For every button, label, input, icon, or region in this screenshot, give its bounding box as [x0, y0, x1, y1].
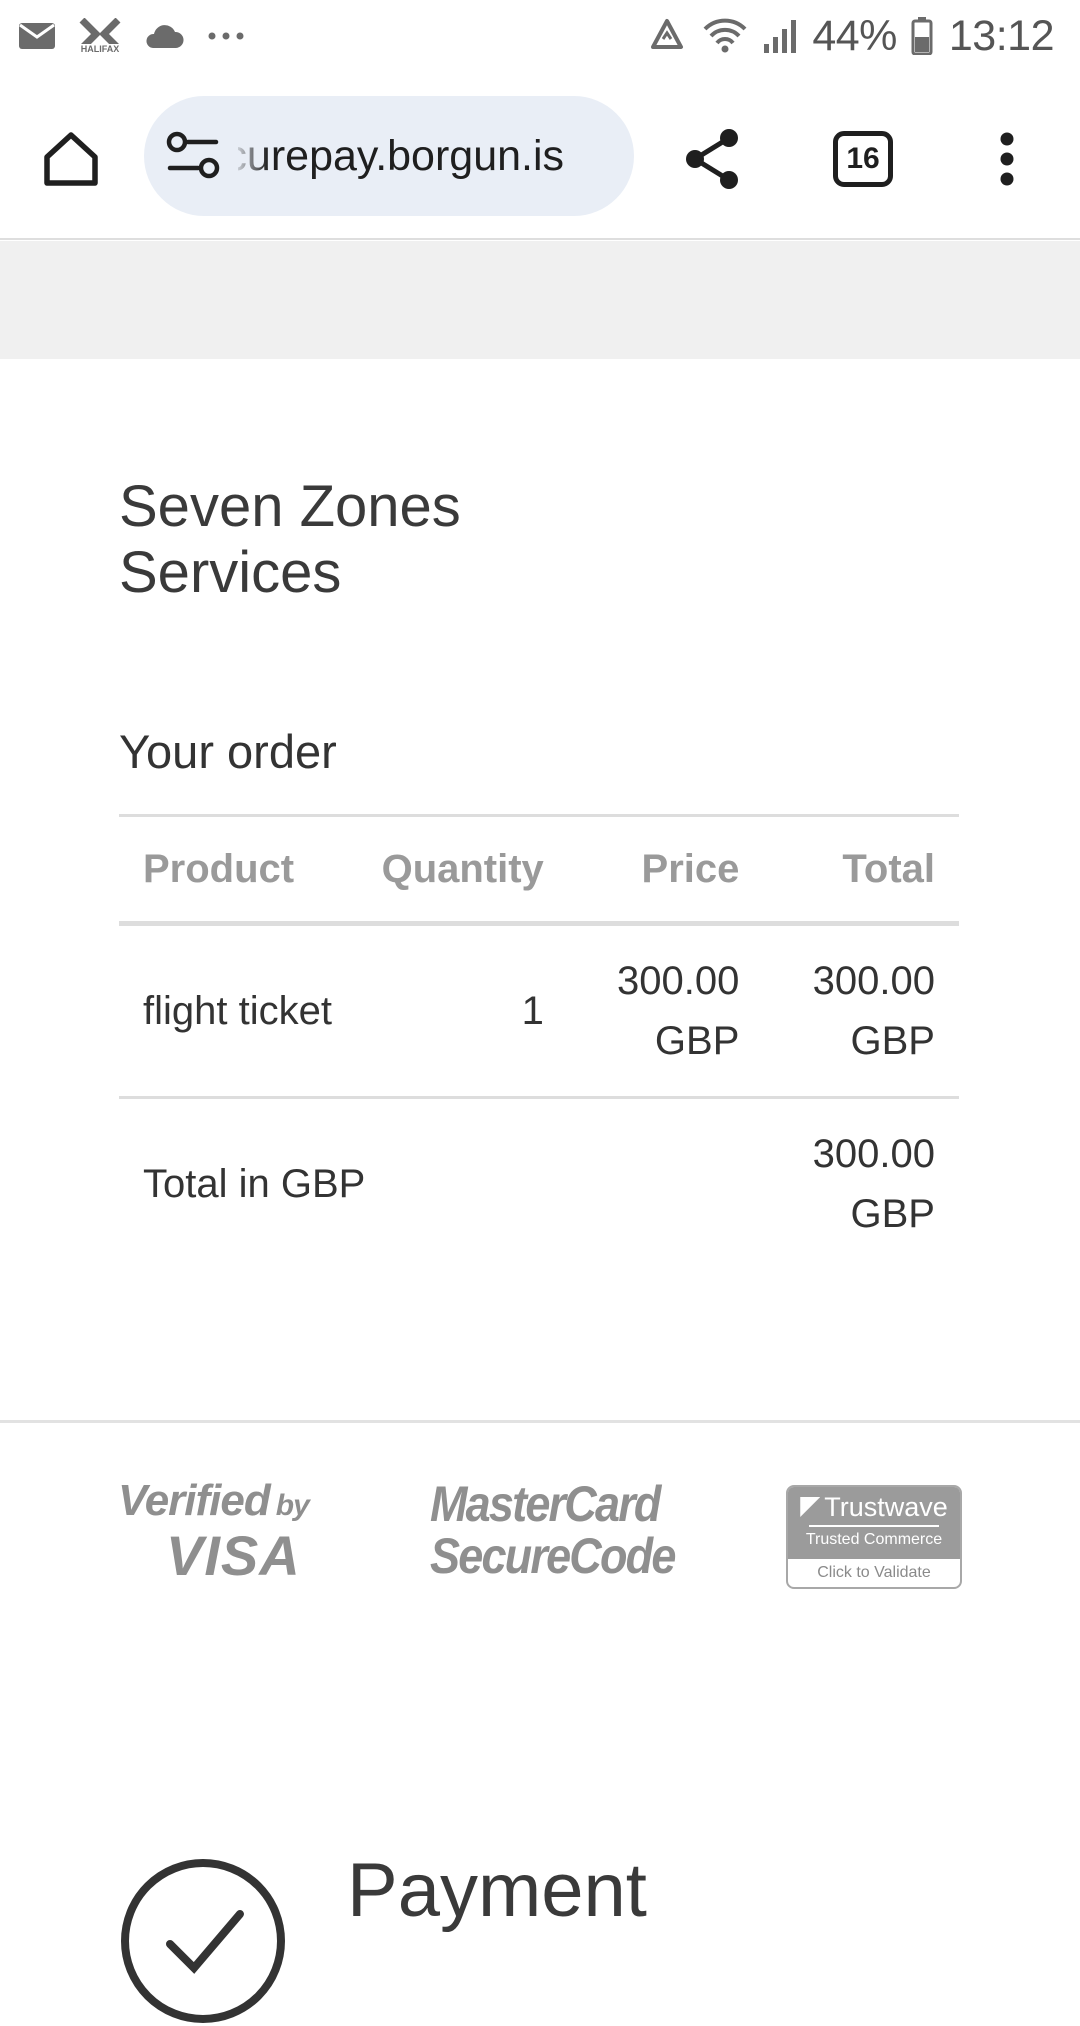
- share-icon: [686, 129, 738, 189]
- share-button[interactable]: [668, 114, 758, 204]
- status-bar: HALIFAX 44% 13:12: [0, 0, 1080, 72]
- trustwave-mark-icon: [800, 1497, 821, 1517]
- trustwave-seal[interactable]: Trustwave Trusted Commerce Click to Vali…: [786, 1485, 962, 1589]
- url-text[interactable]: securepay.borgun.is: [238, 96, 618, 216]
- clock: 13:12: [948, 11, 1055, 60]
- recycle-icon: [646, 17, 688, 55]
- tab-count: 16: [846, 142, 880, 175]
- more-notifications-icon: [206, 31, 246, 41]
- header-total: Total: [842, 846, 935, 891]
- order-total-value: 300.00 GBP: [812, 1132, 935, 1236]
- visa-verified-text: Verified: [118, 1476, 271, 1525]
- home-icon: [44, 132, 98, 186]
- payment-title: Payment: [347, 1848, 647, 1933]
- mail-icon: [18, 22, 56, 50]
- home-button[interactable]: [26, 114, 116, 204]
- tab-switcher-button[interactable]: 16: [818, 114, 908, 204]
- notification-icons: HALIFAX: [18, 14, 268, 58]
- cloud-icon: [144, 23, 184, 49]
- mastercard-securecode-logo: MasterCard SecureCode: [430, 1478, 690, 1582]
- visa-text: VISA: [166, 1524, 301, 1587]
- trustwave-sub-text: Trusted Commerce: [805, 1531, 943, 1548]
- order-total-row: Total in GBP 300.00 GBP: [119, 1098, 959, 1270]
- site-settings-icon[interactable]: [166, 130, 222, 182]
- browser-menu-button[interactable]: [962, 114, 1052, 204]
- signal-icon: [762, 18, 798, 54]
- payment-check-icon: [121, 1859, 285, 2023]
- cell-total: 300.00 GBP: [812, 959, 935, 1063]
- page-header-band: [0, 241, 1080, 359]
- cell-quantity: 1: [521, 989, 544, 1033]
- svg-text:HALIFAX: HALIFAX: [81, 44, 120, 54]
- mastercard-text: MasterCard: [430, 1476, 661, 1532]
- header-quantity: Quantity: [381, 846, 544, 891]
- url-fade: [232, 96, 268, 216]
- order-heading: Your order: [119, 725, 337, 778]
- halifax-icon: HALIFAX: [78, 18, 122, 54]
- trustwave-brand-text: Trustwave: [824, 1492, 948, 1522]
- tabs-icon: 16: [833, 131, 893, 187]
- order-table: Product Quantity Price Total flight tick…: [119, 814, 959, 1269]
- wifi-icon: [702, 17, 748, 55]
- header-price: Price: [641, 846, 740, 891]
- battery-icon: [911, 17, 933, 55]
- browser-toolbar: securepay.borgun.is 16: [0, 72, 1080, 240]
- table-row: flight ticket 1 300.00 GBP 300.00 GBP: [119, 924, 959, 1098]
- battery-percentage: 44%: [812, 11, 897, 60]
- trustwave-validate-text: Click to Validate: [817, 1564, 931, 1581]
- section-divider: [0, 1420, 1080, 1423]
- system-status: 44% 13:12: [632, 10, 1055, 62]
- order-total-label: Total in GBP: [143, 1162, 366, 1206]
- verified-by-visa-logo: Verified by VISA: [118, 1476, 338, 1587]
- header-product: Product: [143, 846, 295, 891]
- cell-product: flight ticket: [143, 989, 332, 1033]
- address-bar[interactable]: securepay.borgun.is: [144, 96, 634, 216]
- more-vert-icon: [1000, 132, 1014, 186]
- securecode-text: SecureCode: [430, 1528, 676, 1584]
- cell-price: 300.00 GBP: [617, 959, 740, 1063]
- merchant-name: Seven Zones Services: [119, 474, 461, 605]
- table-header-row: Product Quantity Price Total: [119, 815, 959, 924]
- visa-by-text: by: [275, 1489, 310, 1522]
